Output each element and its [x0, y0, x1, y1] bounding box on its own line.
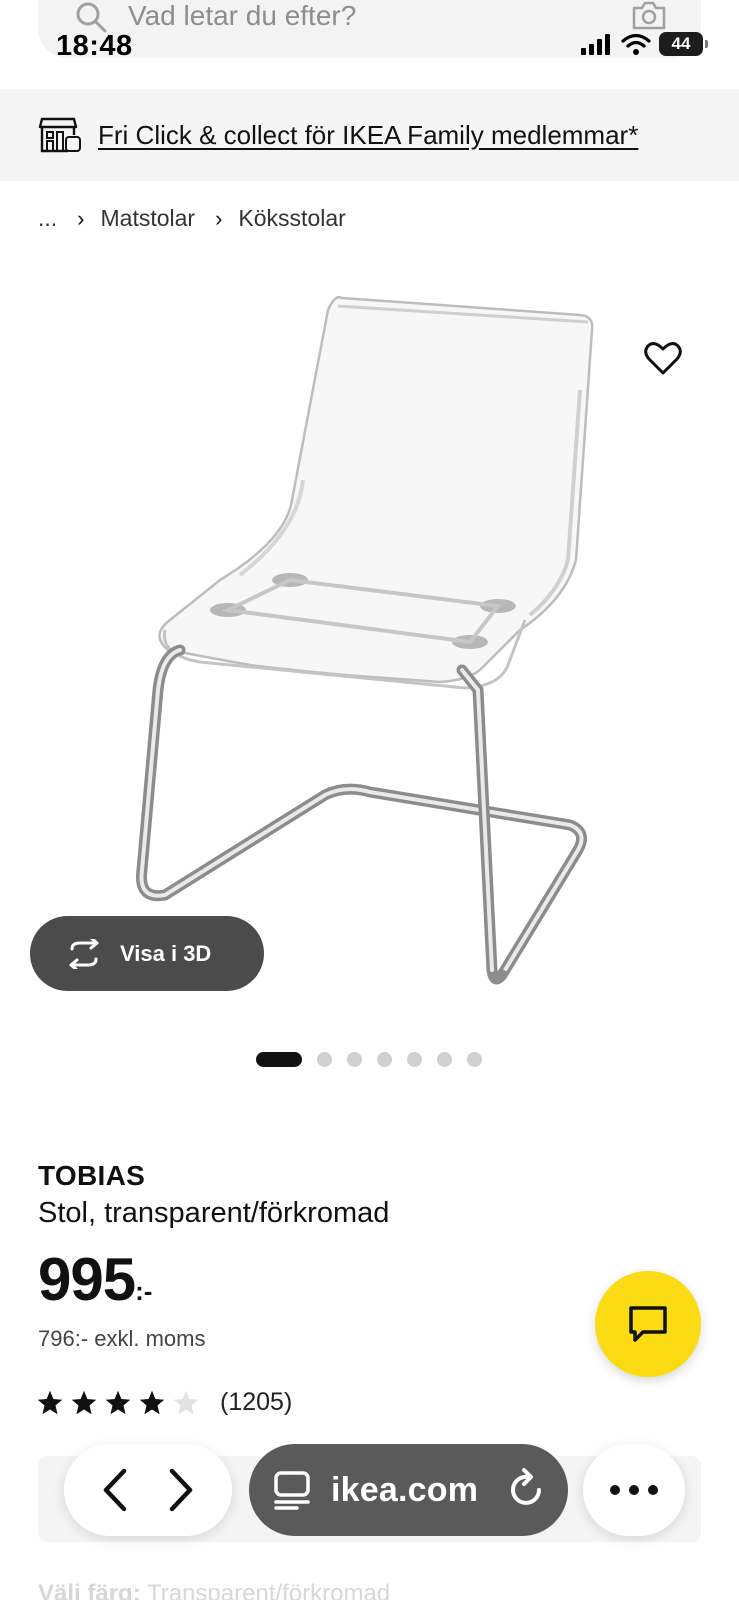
choose-color-row: Välj färg: Transparent/förkromad: [38, 1580, 390, 1600]
chevron-right-icon: ›: [77, 205, 85, 231]
status-icons: 44: [581, 32, 708, 56]
choose-color-value: Transparent/förkromad: [146, 1580, 391, 1600]
image-carousel-dots: [256, 1052, 482, 1067]
breadcrumb-ellipsis[interactable]: ...: [38, 205, 57, 232]
choose-color-label: Välj färg:: [38, 1580, 141, 1600]
search-icon: [76, 2, 107, 33]
carousel-dot[interactable]: [407, 1052, 422, 1067]
product-price: 995 :-: [38, 1248, 152, 1312]
forward-arrow-icon[interactable]: [164, 1467, 198, 1513]
price-value: 995: [38, 1246, 136, 1313]
review-count[interactable]: (1205): [220, 1388, 292, 1417]
star-filled-icon: [37, 1390, 63, 1414]
price-suffix: :-: [135, 1276, 153, 1306]
address-bar[interactable]: ikea.com: [249, 1444, 568, 1536]
star-empty-icon: [173, 1390, 199, 1414]
chevron-right-icon: ›: [215, 205, 223, 231]
breadcrumb: ... › Matstolar › Köksstolar: [38, 205, 346, 232]
more-dots-icon: [610, 1485, 658, 1495]
camera-icon[interactable]: [631, 0, 667, 30]
chat-button[interactable]: [595, 1271, 701, 1377]
signal-icon: [581, 34, 610, 55]
reload-icon[interactable]: [506, 1468, 546, 1512]
chat-icon: [629, 1306, 667, 1342]
carousel-dot[interactable]: [317, 1052, 332, 1067]
product-rating[interactable]: (1205): [36, 1388, 292, 1417]
product-image[interactable]: [110, 270, 630, 1010]
wifi-icon: [621, 33, 651, 55]
rotate-3d-icon: [69, 938, 99, 969]
back-arrow-icon[interactable]: [98, 1467, 132, 1513]
carousel-dot[interactable]: [467, 1052, 482, 1067]
heart-icon[interactable]: [644, 340, 682, 376]
star-filled-icon: [71, 1390, 97, 1414]
star-filled-icon: [139, 1390, 165, 1414]
store-icon: [38, 117, 81, 153]
more-options-button[interactable]: [583, 1444, 685, 1536]
banner-link[interactable]: Fri Click & collect för IKEA Family medl…: [98, 120, 638, 151]
click-collect-banner[interactable]: Fri Click & collect för IKEA Family medl…: [0, 89, 739, 181]
search-placeholder[interactable]: Vad letar du efter?: [128, 0, 356, 32]
carousel-dot-active[interactable]: [256, 1052, 302, 1067]
url-text[interactable]: ikea.com: [331, 1471, 478, 1510]
reader-mode-icon[interactable]: [273, 1470, 311, 1510]
breadcrumb-koksstolar[interactable]: Köksstolar: [238, 205, 345, 232]
product-name: TOBIAS: [38, 1160, 146, 1191]
product-description: Stol, transparent/förkromad: [38, 1197, 390, 1229]
carousel-dot[interactable]: [437, 1052, 452, 1067]
view-3d-label: Visa i 3D: [120, 940, 212, 966]
view-3d-button[interactable]: Visa i 3D: [30, 916, 264, 991]
breadcrumb-matstolar[interactable]: Matstolar: [101, 205, 196, 232]
price-ex-vat: 796:- exkl. moms: [38, 1326, 206, 1351]
battery-icon: 44: [659, 32, 708, 56]
status-time: 18:48: [56, 30, 133, 62]
browser-nav-pill: [64, 1444, 232, 1536]
carousel-dot[interactable]: [377, 1052, 392, 1067]
star-filled-icon: [105, 1390, 131, 1414]
carousel-dot[interactable]: [347, 1052, 362, 1067]
